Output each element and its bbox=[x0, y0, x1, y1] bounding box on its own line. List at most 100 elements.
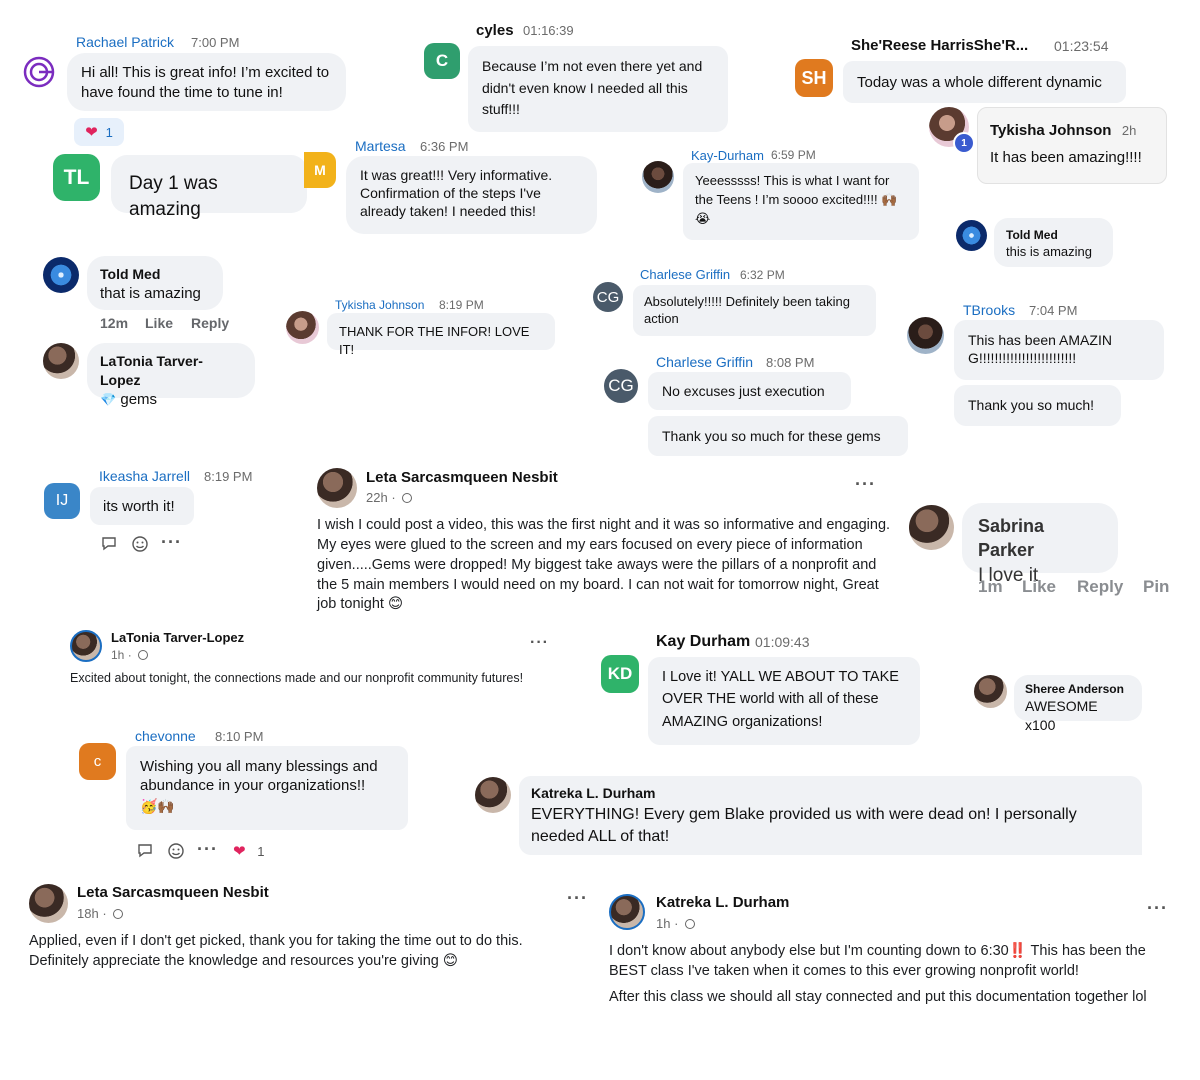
avatar bbox=[70, 630, 102, 662]
more-options-icon[interactable]: ··· bbox=[567, 888, 588, 909]
logo-avatar bbox=[22, 55, 56, 89]
commenter-name[interactable]: Leta Sarcasmqueen Nesbit bbox=[77, 884, 269, 901]
commenter-name[interactable]: TBrooks bbox=[963, 302, 1015, 318]
gem-icon: 💎 bbox=[100, 391, 117, 407]
comment-bubble: Hi all! This is great info! I’m excited … bbox=[67, 53, 346, 111]
commenter-name[interactable]: Charlese Griffin bbox=[656, 354, 753, 370]
comment-time: 7:04 PM bbox=[1029, 303, 1078, 318]
post-time-text: 22h bbox=[366, 490, 388, 505]
post-time: 1h · bbox=[656, 916, 696, 931]
comment-text: Thank you so much for these gems bbox=[662, 428, 881, 444]
avatar: CG bbox=[604, 369, 638, 403]
reply-button[interactable]: Reply bbox=[191, 315, 229, 331]
comment-bubble: its worth it! bbox=[90, 487, 194, 525]
commenter-name[interactable]: Ikeasha Jarrell bbox=[99, 468, 190, 484]
post-text-line: I don't know about anybody else but I'm … bbox=[609, 943, 1146, 979]
avatar: IJ bbox=[44, 483, 80, 519]
commenter-name[interactable]: cyles bbox=[476, 22, 514, 39]
comment-text: No excuses just execution bbox=[662, 383, 825, 399]
commenter-name[interactable]: Told Med bbox=[100, 265, 210, 284]
commenter-name[interactable]: She'Reese HarrisShe'R... bbox=[851, 37, 1028, 54]
avatar: M bbox=[304, 152, 336, 188]
comment-text: Day 1 was amazing bbox=[129, 173, 218, 220]
comment-bubble: Yeeesssss! This is what I want for the T… bbox=[683, 163, 919, 240]
commenter-name[interactable]: Tykisha Johnson bbox=[335, 298, 424, 312]
comment-bubble: Thank you so much for these gems bbox=[648, 416, 908, 456]
avatar bbox=[909, 505, 954, 550]
more-options-icon[interactable]: ··· bbox=[530, 634, 549, 652]
comment-text: Yeeesssss! This is what I want for the T… bbox=[695, 173, 898, 226]
commenter-name[interactable]: Rachael Patrick bbox=[76, 34, 174, 50]
comment-time: 1m bbox=[978, 577, 1003, 596]
commenter-name[interactable]: Sabrina Parker bbox=[978, 514, 1102, 563]
avatar bbox=[29, 884, 68, 923]
post-text-line: After this class we should all stay conn… bbox=[609, 989, 1147, 1005]
comment-time: 01:09:43 bbox=[755, 634, 810, 650]
comment-text: Thank you so much! bbox=[968, 397, 1095, 413]
comment-time: 6:36 PM bbox=[420, 139, 469, 154]
emoji-react-icon[interactable] bbox=[167, 842, 185, 865]
commenter-name[interactable]: LaTonia Tarver-Lopez bbox=[111, 630, 244, 645]
globe-icon bbox=[402, 493, 413, 503]
reaction-badge[interactable]: ❤ 1 bbox=[233, 842, 264, 860]
commenter-name[interactable]: Katreka L. Durham bbox=[656, 894, 789, 911]
commenter-name[interactable]: Sheree Anderson bbox=[1025, 681, 1131, 697]
commenter-name[interactable]: chevonne bbox=[135, 728, 196, 744]
like-button[interactable]: Like bbox=[145, 315, 173, 331]
comment-text: EVERYTHING! Every gem Blake provided us … bbox=[531, 805, 1077, 845]
post-text: I wish I could post a video, this was th… bbox=[317, 517, 891, 613]
more-options-icon[interactable]: ··· bbox=[161, 532, 182, 553]
comment-bubble: Because I’m not even there yet and didn'… bbox=[468, 46, 728, 132]
commenter-name[interactable]: Tykisha Johnson bbox=[990, 122, 1111, 139]
reply-icon[interactable] bbox=[137, 842, 155, 865]
post-time-text: 18h bbox=[77, 906, 99, 921]
reply-button[interactable]: Reply bbox=[1077, 577, 1123, 597]
avatar bbox=[642, 161, 674, 193]
post-text-line: Applied, even if I don't get picked, tha… bbox=[29, 933, 523, 949]
comment-bubble: THANK FOR THE INFOR! LOVE IT! bbox=[327, 313, 555, 357]
comment-time: 8:08 PM bbox=[766, 355, 815, 370]
comment-text: Wishing you all many blessings and abund… bbox=[140, 758, 378, 794]
comment-text: that is amazing bbox=[100, 284, 201, 302]
comment-bubble: Told Med this is amazing bbox=[994, 218, 1113, 267]
comment-text: Absolutely!!!!! Definitely been taking a… bbox=[644, 294, 850, 326]
comment-time: 01:16:39 bbox=[523, 23, 574, 38]
avatar bbox=[286, 311, 319, 344]
more-options-icon[interactable]: ··· bbox=[1147, 898, 1168, 919]
comment-bubble: Tykisha Johnson 2h It has been amazing!!… bbox=[977, 107, 1167, 184]
comment-time: 2h bbox=[1121, 123, 1137, 138]
commenter-name[interactable]: Martesa bbox=[355, 138, 406, 154]
more-options-icon[interactable]: ··· bbox=[855, 474, 876, 495]
post-time-text: 1h bbox=[111, 648, 125, 662]
reaction-count: 1 bbox=[105, 124, 113, 140]
comment-bubble: No excuses just execution bbox=[648, 372, 851, 410]
heart-icon: ❤ bbox=[85, 124, 98, 141]
emoji-text: 🥳🙌🏾 bbox=[140, 797, 175, 814]
comment-text: This has been AMAZING!!!!!!!!!!!!!!!!!!!… bbox=[968, 332, 1112, 367]
more-options-icon[interactable]: ··· bbox=[197, 839, 218, 860]
like-button[interactable]: Like bbox=[1022, 577, 1056, 597]
commenter-name[interactable]: Charlese Griffin bbox=[640, 267, 730, 282]
commenter-name[interactable]: Leta Sarcasmqueen Nesbit bbox=[366, 469, 558, 486]
commenter-name[interactable]: LaTonia Tarver-Lopez bbox=[100, 352, 242, 390]
commenter-name[interactable]: Told Med bbox=[1006, 227, 1101, 243]
comment-text: It has been amazing!!!! bbox=[990, 148, 1142, 166]
comment-bubble: I Love it! YALL WE ABOUT TO TAKE OVER TH… bbox=[648, 657, 920, 745]
comment-bubble: Sheree Anderson AWESOME x100 bbox=[1014, 675, 1142, 733]
post-text: Excited about tonight, the connections m… bbox=[70, 671, 524, 685]
comment-bubble: Told Med that is amazing bbox=[87, 256, 223, 310]
comment-text: gems bbox=[120, 390, 158, 408]
post-text-line: Definitely appreciate the knowledge and … bbox=[29, 953, 458, 969]
comment-time: 7:00 PM bbox=[191, 35, 240, 50]
reaction-badge[interactable]: ❤ 1 bbox=[74, 118, 124, 146]
comment-time: 01:23:54 bbox=[1054, 38, 1109, 54]
emoji-react-icon[interactable] bbox=[131, 535, 149, 558]
commenter-name[interactable]: Kay-Durham bbox=[691, 148, 764, 163]
pin-button[interactable]: Pin bbox=[1143, 577, 1169, 597]
comment-text: its worth it! bbox=[103, 498, 175, 515]
avatar bbox=[609, 894, 645, 930]
commenter-name[interactable]: Kay Durham bbox=[656, 633, 750, 651]
reply-icon[interactable] bbox=[101, 535, 119, 558]
commenter-name[interactable]: Katreka L. Durham bbox=[531, 784, 1130, 804]
comment-time: 8:10 PM bbox=[215, 729, 264, 744]
